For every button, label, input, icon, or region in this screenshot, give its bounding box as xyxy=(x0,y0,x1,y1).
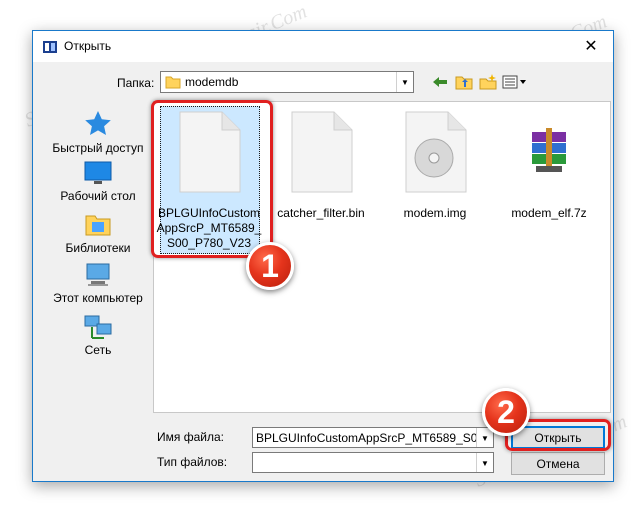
place-label: Сеть xyxy=(84,343,112,357)
place-label: Этот компьютер xyxy=(53,291,143,305)
place-libraries[interactable]: Библиотеки xyxy=(45,209,151,255)
back-button[interactable] xyxy=(429,72,451,92)
folder-select[interactable]: modemdb ▼ xyxy=(160,71,414,93)
filetype-select[interactable]: ▼ xyxy=(252,452,494,473)
new-folder-icon xyxy=(479,74,497,90)
file-item-catcher-filter[interactable]: catcher_filter.bin xyxy=(266,106,376,221)
up-folder-button[interactable] xyxy=(453,72,475,92)
place-this-pc[interactable]: Этот компьютер xyxy=(45,261,151,305)
annotation-badge-1: 1 xyxy=(246,242,294,290)
close-button[interactable]: ✕ xyxy=(569,31,613,61)
up-folder-icon xyxy=(455,76,473,90)
libraries-icon xyxy=(85,215,111,236)
file-item-modem-elf-7z[interactable]: modem_elf.7z xyxy=(494,106,604,221)
place-label: Библиотеки xyxy=(65,241,131,255)
file-item-modem-img[interactable]: modem.img xyxy=(380,106,490,221)
network-icon xyxy=(84,315,112,339)
folder-icon xyxy=(165,76,181,89)
chevron-down-icon[interactable]: ▼ xyxy=(396,72,413,92)
filename-input[interactable]: BPLGUInfoCustomAppSrcP_MT6589_S00_P78 ▼ xyxy=(252,427,494,448)
computer-icon xyxy=(86,263,110,286)
back-arrow-icon xyxy=(433,77,447,87)
quick-access-star-icon xyxy=(85,111,111,135)
place-quick-access[interactable]: Быстрый доступ xyxy=(45,109,151,155)
annotation-frame-file xyxy=(151,100,273,258)
archive-icon xyxy=(512,106,586,198)
disc-image-icon xyxy=(398,106,472,198)
view-menu-button[interactable] xyxy=(501,72,529,92)
annotation-badge-2: 2 xyxy=(482,388,530,436)
blank-file-icon xyxy=(284,106,358,198)
filename-label: Имя файла: xyxy=(157,430,224,444)
folder-label: Папка: xyxy=(117,76,155,90)
filename-value: BPLGUInfoCustomAppSrcP_MT6589_S00_P78 xyxy=(256,431,494,445)
filetype-label: Тип файлов: xyxy=(157,455,228,469)
file-name: modem.img xyxy=(403,206,467,220)
folder-value: modemdb xyxy=(185,75,239,89)
place-network[interactable]: Сеть xyxy=(45,313,151,357)
file-name: modem_elf.7z xyxy=(511,206,587,220)
place-label: Быстрый доступ xyxy=(52,141,144,155)
cancel-button[interactable]: Отмена xyxy=(511,452,605,475)
app-icon xyxy=(43,41,57,53)
view-menu-icon xyxy=(502,75,526,89)
new-folder-button[interactable] xyxy=(477,72,499,92)
place-desktop[interactable]: Рабочий стол xyxy=(45,159,151,203)
file-name: catcher_filter.bin xyxy=(277,206,365,220)
close-icon: ✕ xyxy=(584,38,598,55)
desktop-icon xyxy=(84,161,112,184)
window-title: Открыть xyxy=(64,39,112,53)
place-label: Рабочий стол xyxy=(60,189,136,203)
chevron-down-icon[interactable]: ▼ xyxy=(476,453,493,472)
title-bar[interactable]: Открыть ✕ xyxy=(33,31,613,62)
